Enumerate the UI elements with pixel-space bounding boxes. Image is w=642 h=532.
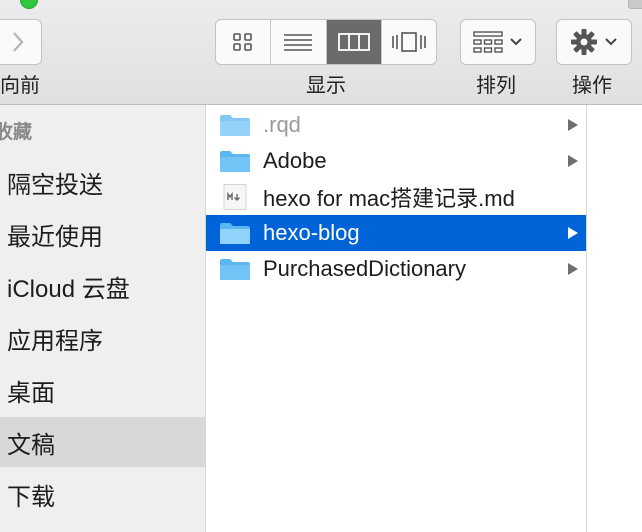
file-name: PurchasedDictionary: [263, 256, 466, 281]
file-name: Adobe: [263, 148, 327, 173]
file-row-adobe[interactable]: Adobe: [206, 143, 586, 179]
file-column: .rqd Adobe hexo for mac搭建记录.md hexo-blog: [206, 105, 586, 532]
folder-icon: [220, 259, 250, 280]
sidebar-item-icloud-drive[interactable]: iCloud 云盘: [0, 261, 205, 311]
chevron-right-icon: [568, 155, 578, 167]
zoom-window-button[interactable]: [20, 0, 38, 9]
file-row-hexo-blog[interactable]: hexo-blog: [206, 215, 586, 251]
column-view-icon: [337, 33, 370, 51]
sidebar-item-label: iCloud 云盘: [7, 275, 130, 303]
list-view-button[interactable]: [271, 20, 327, 64]
view-label: 显示: [306, 75, 346, 97]
sidebar: 收藏 隔空投送 最近使用 iCloud 云盘 应用程序 桌面 文稿 下载: [0, 105, 206, 532]
next-column: [587, 105, 642, 532]
file-row-rqd[interactable]: .rqd: [206, 107, 586, 143]
file-row-hexo-md[interactable]: hexo for mac搭建记录.md: [206, 179, 586, 215]
cover-flow-view-icon: [392, 32, 426, 52]
toolbar-toggle-button[interactable]: [628, 0, 642, 9]
folder-icon: [220, 223, 250, 244]
icon-view-icon: [233, 33, 252, 51]
chevron-right-icon: [568, 263, 578, 275]
chevron-right-icon: [13, 32, 24, 52]
action-label: 操作: [572, 75, 612, 97]
sidebar-item-label: 最近使用: [7, 223, 103, 251]
sidebar-item-label: 文稿: [7, 431, 55, 459]
sidebar-item-desktop[interactable]: 桌面: [0, 365, 205, 415]
toolbar: 向前 显示 排列 操作: [0, 0, 642, 105]
folder-icon: [220, 115, 250, 136]
sidebar-item-label: 下载: [7, 483, 55, 511]
markdown-file-icon: [223, 184, 247, 210]
file-name: hexo for mac搭建记录.md: [263, 186, 515, 211]
chevron-right-icon: [568, 119, 578, 131]
list-view-icon: [284, 34, 313, 51]
arrange-label: 排列: [476, 75, 516, 97]
sidebar-item-documents[interactable]: 文稿: [0, 417, 205, 467]
forward-label: 向前: [0, 75, 40, 97]
file-name: .rqd: [263, 112, 301, 137]
cover-flow-view-button[interactable]: [382, 20, 436, 64]
sidebar-item-label: 应用程序: [7, 327, 103, 355]
chevron-down-icon: [605, 38, 617, 46]
chevron-right-icon: [568, 227, 578, 239]
sidebar-item-applications[interactable]: 应用程序: [0, 313, 205, 363]
sidebar-item-label: 隔空投送: [7, 171, 103, 199]
file-name: hexo-blog: [263, 220, 360, 245]
file-row-purchased-dictionary[interactable]: PurchasedDictionary: [206, 251, 586, 287]
folder-icon: [220, 151, 250, 172]
sidebar-item-downloads[interactable]: 下载: [0, 469, 205, 519]
sidebar-header-favorites: 收藏: [0, 122, 33, 143]
gear-icon: [571, 29, 597, 55]
sidebar-item-label: 桌面: [7, 379, 55, 407]
forward-button[interactable]: [0, 19, 42, 65]
arrange-grid-icon: [473, 31, 503, 53]
icon-view-button[interactable]: [216, 20, 272, 64]
chevron-down-icon: [510, 38, 522, 46]
sidebar-item-recents[interactable]: 最近使用: [0, 209, 205, 259]
view-mode-selector[interactable]: [215, 19, 437, 65]
column-view-button[interactable]: [326, 20, 382, 64]
action-button[interactable]: [556, 19, 632, 65]
sidebar-item-airdrop[interactable]: 隔空投送: [0, 157, 205, 207]
arrange-button[interactable]: [460, 19, 536, 65]
